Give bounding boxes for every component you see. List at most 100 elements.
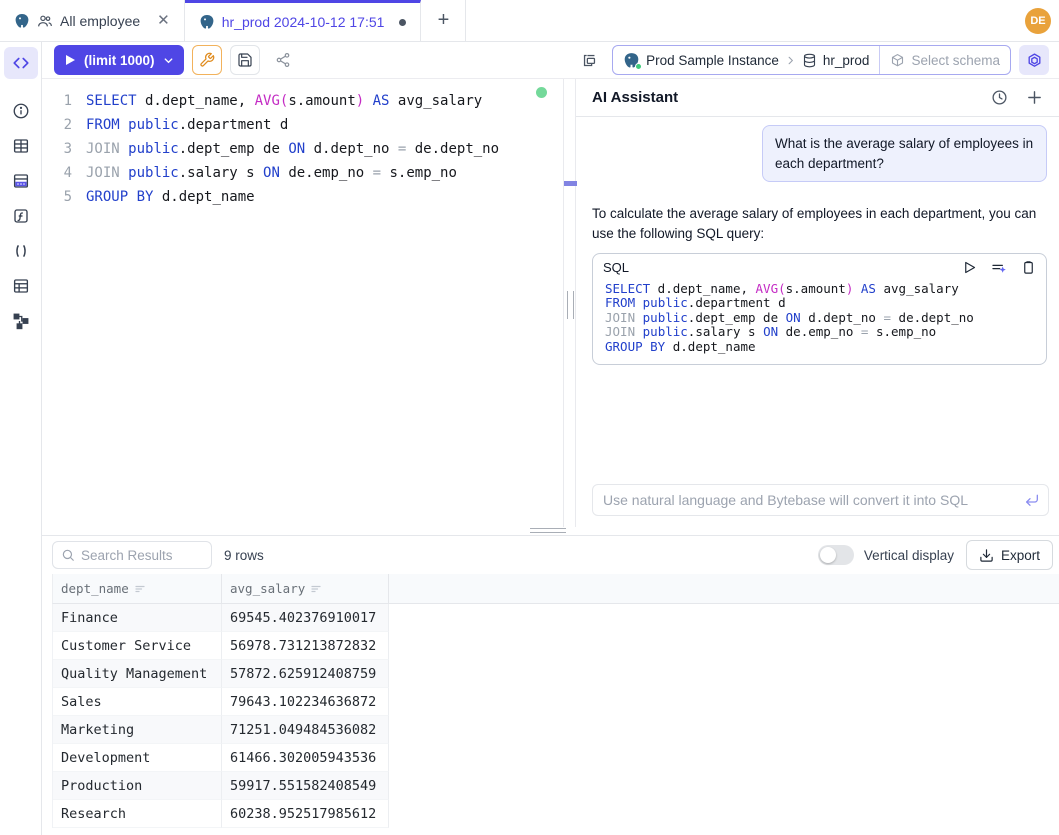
horizontal-resize-gutter[interactable]	[42, 527, 1059, 535]
table-cell[interactable]: Marketing	[53, 716, 222, 744]
column-label: dept_name	[61, 581, 129, 596]
table-cell[interactable]: Customer Service	[53, 632, 222, 660]
close-icon[interactable]: ✕	[157, 13, 170, 28]
wrench-button[interactable]	[192, 45, 222, 75]
connection-picker: Prod Sample Instance hr_prod Select sche…	[612, 45, 1011, 75]
connection-status-dot	[536, 87, 547, 98]
tab-label: All employee	[60, 13, 140, 29]
tab-hr-prod[interactable]: hr_prod 2024-10-12 17:51	[185, 0, 422, 41]
run-query-button[interactable]: (limit 1000)	[54, 45, 184, 75]
schema-selector[interactable]: Select schema	[879, 46, 1010, 74]
ai-prompt-input[interactable]	[603, 492, 1024, 508]
code-line: JOIN public.salary s ON de.emp_no = s.em…	[605, 325, 1036, 340]
editor-lines: 1SELECT d.dept_name, AVG(s.amount) AS av…	[42, 79, 563, 209]
table-row[interactable]: Research60238.952517985612	[52, 800, 1059, 828]
ai-code-lines: SELECT d.dept_name, AVG(s.amount) AS avg…	[593, 278, 1046, 365]
resize-handle[interactable]	[567, 291, 574, 319]
sql-editor[interactable]: 1SELECT d.dept_name, AVG(s.amount) AS av…	[42, 79, 563, 527]
header-filler	[389, 574, 1059, 603]
save-icon	[237, 52, 253, 68]
tab-all-employee[interactable]: All employee ✕	[0, 0, 185, 41]
table-grid-icon[interactable]	[4, 128, 38, 163]
column-header-avg_salary[interactable]: avg_salary	[222, 574, 389, 603]
table-cell[interactable]: 69545.402376910017	[222, 604, 389, 632]
function-icon[interactable]	[4, 198, 38, 233]
table-header-row: dept_name avg_salary	[52, 574, 1059, 604]
table-row[interactable]: Finance69545.402376910017	[52, 604, 1059, 632]
enter-icon[interactable]	[1024, 492, 1040, 508]
ai-assistant-panel: AI Assistant What is the average salary …	[576, 79, 1059, 527]
sort-icon[interactable]	[310, 583, 322, 595]
history-icon[interactable]	[991, 89, 1008, 106]
vertical-resize-gutter[interactable]	[563, 79, 576, 527]
schema-diagram-icon[interactable]	[4, 163, 38, 198]
table-row[interactable]: Production59917.551582408549	[52, 772, 1059, 800]
save-button[interactable]	[230, 45, 260, 75]
play-icon	[64, 54, 76, 66]
postgresql-icon	[199, 14, 215, 30]
table-cell[interactable]: 57872.625912408759	[222, 660, 389, 688]
cube-icon	[890, 53, 905, 68]
search-results-input[interactable]	[81, 548, 191, 563]
table-cell[interactable]: Quality Management	[53, 660, 222, 688]
code-icon[interactable]	[4, 47, 38, 79]
table-cell[interactable]: Production	[53, 772, 222, 800]
share-icon	[275, 52, 291, 68]
layout-button[interactable]	[574, 45, 604, 75]
table-cell[interactable]: Research	[53, 800, 222, 828]
sheet-icon[interactable]	[4, 268, 38, 303]
instance-database-selector[interactable]: Prod Sample Instance hr_prod	[613, 46, 879, 74]
resize-handle[interactable]	[530, 528, 566, 533]
new-chat-icon[interactable]	[1026, 89, 1043, 106]
table-row[interactable]: Sales79643.102234636872	[52, 688, 1059, 716]
layout-icon	[581, 52, 598, 69]
table-row[interactable]: Customer Service56978.731213872832	[52, 632, 1059, 660]
status-dot-green	[635, 63, 642, 70]
export-button[interactable]: Export	[966, 540, 1053, 570]
table-cell[interactable]: Sales	[53, 688, 222, 716]
run-icon[interactable]	[962, 260, 977, 275]
vertical-display-toggle[interactable]	[818, 545, 854, 565]
table-row[interactable]: Quality Management57872.625912408759	[52, 660, 1059, 688]
code-line: 4JOIN public.salary s ON de.emp_no = s.e…	[42, 161, 563, 185]
table-cell[interactable]: 59917.551582408549	[222, 772, 389, 800]
copy-icon[interactable]	[1021, 260, 1036, 275]
chevron-down-icon[interactable]	[163, 55, 174, 66]
search-icon	[61, 548, 75, 562]
table-cell[interactable]: 56978.731213872832	[222, 632, 389, 660]
database-icon	[802, 53, 817, 68]
table-cell[interactable]: Development	[53, 744, 222, 772]
code-line: 5GROUP BY d.dept_name	[42, 185, 563, 209]
format-icon[interactable]	[991, 260, 1007, 276]
ai-response-text: To calculate the average salary of emplo…	[592, 204, 1047, 245]
share-button[interactable]	[268, 45, 298, 75]
table-cell[interactable]: 60238.952517985612	[222, 800, 389, 828]
code-line: GROUP BY d.dept_name	[605, 340, 1036, 355]
table-cell[interactable]: 71251.049484536082	[222, 716, 389, 744]
line-number: 1	[42, 89, 86, 113]
code-line: 3JOIN public.dept_emp de ON d.dept_no = …	[42, 137, 563, 161]
info-icon[interactable]	[4, 93, 38, 128]
table-cell[interactable]: 61466.302005943536	[222, 744, 389, 772]
table-row[interactable]: Marketing71251.049484536082	[52, 716, 1059, 744]
export-label: Export	[1001, 548, 1040, 563]
parentheses-icon[interactable]	[4, 233, 38, 268]
column-label: avg_salary	[230, 581, 305, 596]
tab-bar: All employee ✕ hr_prod 2024-10-12 17:51 …	[0, 0, 1059, 42]
chevron-right-icon	[785, 55, 796, 66]
er-diagram-icon[interactable]	[4, 303, 38, 338]
column-header-dept_name[interactable]: dept_name	[53, 574, 222, 603]
table-cell[interactable]: 79643.102234636872	[222, 688, 389, 716]
sort-icon[interactable]	[134, 583, 146, 595]
line-number: 2	[42, 113, 86, 137]
table-cell[interactable]: Finance	[53, 604, 222, 632]
avatar[interactable]: DE	[1025, 8, 1051, 34]
code-line: FROM public.department d	[605, 296, 1036, 311]
table-row[interactable]: Development61466.302005943536	[52, 744, 1059, 772]
vertical-display-label: Vertical display	[864, 548, 954, 563]
ai-assistant-toggle[interactable]	[1019, 45, 1049, 75]
ai-code-header: SQL	[593, 254, 1046, 278]
new-tab-button[interactable]: +	[421, 0, 466, 41]
code-line: 2FROM public.department d	[42, 113, 563, 137]
row-count: 9 rows	[224, 548, 264, 563]
